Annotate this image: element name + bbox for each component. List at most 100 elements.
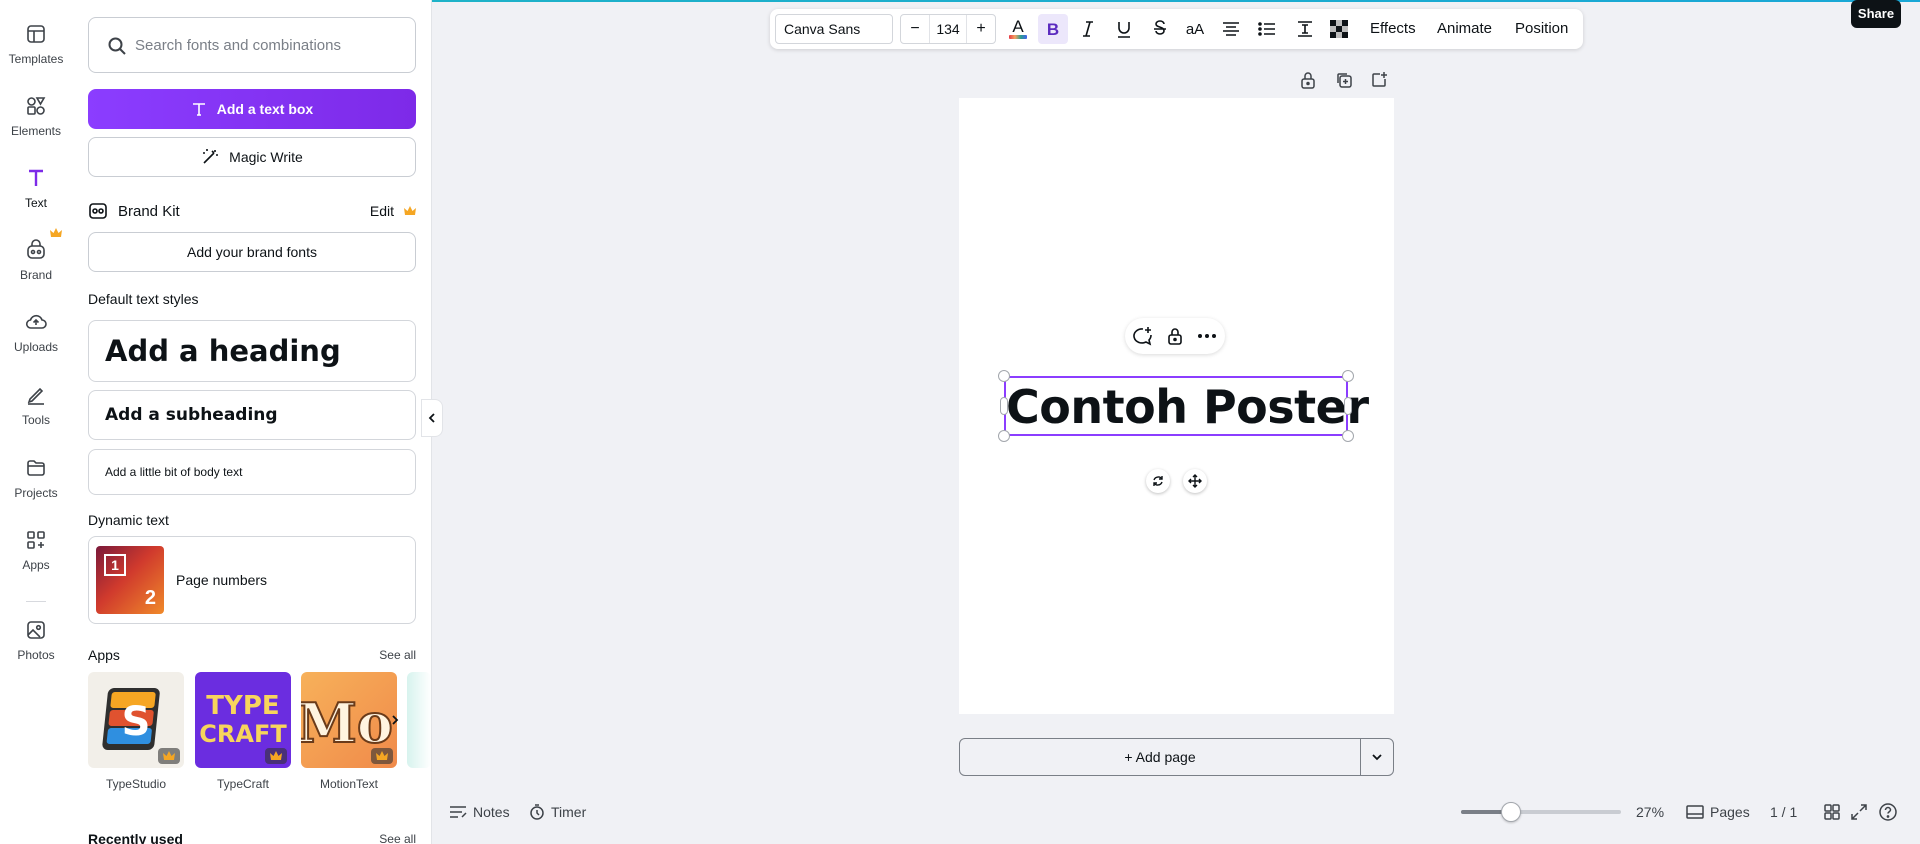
premium-badge	[265, 748, 287, 764]
move-handle[interactable]	[1183, 469, 1207, 493]
pages-button[interactable]: Pages	[1686, 796, 1750, 828]
apps-scroll-right[interactable]	[383, 708, 407, 732]
add-subheading-card[interactable]: Add a subheading	[88, 390, 416, 440]
rail-apps[interactable]: Apps	[0, 528, 72, 588]
chevron-down-icon	[1372, 754, 1382, 761]
thumb-number-one: 1	[104, 554, 126, 576]
font-family-select[interactable]: Canva Sans	[775, 14, 893, 44]
apps-icon	[27, 531, 45, 549]
position-button[interactable]: Position	[1515, 9, 1568, 49]
search-icon	[108, 37, 126, 55]
rotate-icon	[1153, 476, 1163, 486]
rail-label: Tools	[21, 413, 50, 427]
templates-icon	[27, 25, 45, 43]
resize-handle-left[interactable]	[1000, 397, 1008, 415]
text-color-button[interactable]: A	[1003, 14, 1033, 44]
add-brand-fonts-button[interactable]: Add your brand fonts	[88, 232, 416, 272]
transparency-icon	[1330, 20, 1348, 38]
bold-button[interactable]: B	[1038, 14, 1068, 44]
rotate-handle[interactable]	[1146, 469, 1170, 493]
add-body-card[interactable]: Add a little bit of body text	[88, 449, 416, 495]
app-next-partial[interactable]	[407, 672, 431, 768]
recently-used-header: Recently used See all	[88, 829, 416, 844]
add-page-top-button[interactable]	[1368, 69, 1390, 91]
help-button[interactable]	[1879, 796, 1897, 828]
page-numbers-label: Page numbers	[176, 572, 268, 588]
add-page-icon	[1372, 72, 1387, 87]
transparency-button[interactable]	[1324, 14, 1354, 44]
rail-elements[interactable]: Elements	[0, 94, 72, 154]
add-brand-fonts-label: Add your brand fonts	[187, 244, 317, 260]
rail-label: Apps	[22, 558, 50, 572]
recently-see-all-link[interactable]: See all	[379, 832, 416, 844]
fullscreen-button[interactable]	[1851, 796, 1867, 828]
search-box[interactable]	[88, 17, 416, 73]
rail-projects[interactable]: Projects	[0, 456, 72, 516]
pages-icon	[1686, 805, 1704, 819]
grid-view-button[interactable]	[1824, 796, 1840, 828]
letter-case-button[interactable]: aA	[1180, 14, 1210, 44]
resize-handle-bottom-left[interactable]	[998, 430, 1010, 442]
add-page-dropdown[interactable]	[1360, 738, 1394, 776]
more-options-button[interactable]	[1195, 324, 1219, 348]
zoom-slider-knob[interactable]	[1501, 802, 1521, 822]
resize-handle-bottom-right[interactable]	[1342, 430, 1354, 442]
duplicate-page-button[interactable]	[1333, 69, 1355, 91]
add-textbox-button[interactable]: Add a text box	[88, 89, 416, 129]
font-size-increase-button[interactable]: +	[967, 20, 995, 38]
spacing-button[interactable]	[1290, 14, 1320, 44]
font-size-decrease-button[interactable]: −	[901, 20, 929, 38]
rail-templates[interactable]: Templates	[0, 22, 72, 82]
underline-button[interactable]	[1109, 14, 1139, 44]
strikethrough-button[interactable]	[1145, 14, 1175, 44]
text-color-icon: A	[1009, 17, 1027, 39]
rail-uploads[interactable]: Uploads	[0, 310, 72, 370]
timer-button[interactable]: Timer	[529, 796, 586, 828]
share-button[interactable]: Share	[1851, 0, 1901, 28]
lock-icon	[1301, 72, 1315, 89]
magic-write-button[interactable]: Magic Write	[88, 137, 416, 177]
rail-text[interactable]: Text	[0, 166, 72, 226]
rail-photos[interactable]: Photos	[0, 618, 72, 678]
apps-header: Apps See all	[88, 645, 416, 665]
recently-used-title: Recently used	[88, 831, 183, 844]
effects-button[interactable]: Effects	[1370, 9, 1416, 49]
notes-button[interactable]: Notes	[449, 796, 510, 828]
search-input[interactable]	[135, 32, 405, 58]
resize-handle-top-right[interactable]	[1342, 370, 1354, 382]
resize-handle-top-left[interactable]	[998, 370, 1010, 382]
apps-see-all-link[interactable]: See all	[379, 648, 416, 662]
typestudio-glyph: S	[122, 699, 151, 745]
brand-kit-edit-link[interactable]: Edit	[370, 203, 394, 219]
resize-handle-right[interactable]	[1344, 397, 1352, 415]
rail-brand[interactable]: Brand	[0, 238, 72, 298]
app-typecraft-label: TypeCraft	[216, 777, 270, 791]
lock-element-button[interactable]	[1163, 324, 1187, 348]
add-heading-card[interactable]: Add a heading	[88, 320, 416, 382]
italic-button[interactable]	[1073, 14, 1103, 44]
app-typestudio[interactable]: S	[88, 672, 184, 768]
zoom-percentage[interactable]: 27%	[1636, 796, 1664, 828]
zoom-slider[interactable]	[1461, 802, 1621, 822]
brand-kit-icon	[89, 203, 107, 219]
app-typecraft[interactable]: TYPE CRAFT	[195, 672, 291, 768]
crown-icon	[270, 751, 282, 760]
pages-label: Pages	[1710, 804, 1750, 820]
comment-button[interactable]	[1131, 324, 1155, 348]
lock-page-button[interactable]	[1297, 69, 1319, 91]
rail-tools[interactable]: Tools	[0, 383, 72, 443]
selected-text-element[interactable]: Contoh Poster	[1004, 376, 1369, 436]
font-size-value[interactable]: 134	[929, 15, 967, 43]
brand-icon	[27, 239, 45, 259]
collapse-panel-button[interactable]	[421, 399, 443, 437]
poster-text[interactable]: Contoh Poster	[1006, 378, 1369, 434]
list-button[interactable]	[1252, 14, 1282, 44]
rail-label: Text	[24, 196, 47, 210]
add-page-button[interactable]: + Add page	[959, 738, 1361, 776]
page-numbers-card[interactable]: 1 2 Page numbers	[88, 536, 416, 624]
animate-button[interactable]: Animate	[1437, 9, 1492, 49]
align-center-button[interactable]	[1216, 14, 1246, 44]
crown-icon	[50, 228, 62, 237]
apps-carousel: S TypeStudio TYPE CRAFT TypeCraft Mo Mot…	[88, 672, 431, 802]
app-motiontext-label: MotionText	[319, 777, 379, 791]
